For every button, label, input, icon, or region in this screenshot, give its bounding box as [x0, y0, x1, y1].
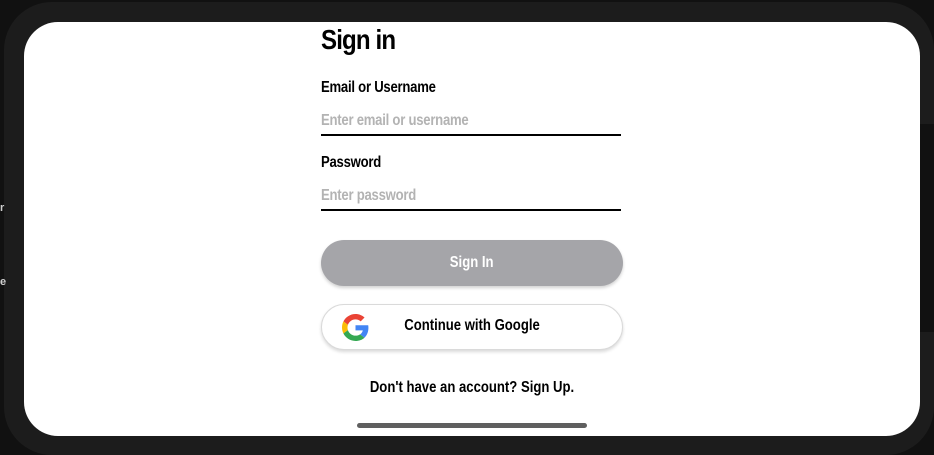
page-title: Sign in: [321, 24, 396, 55]
signup-prompt-text: Don't have an account?: [369, 379, 518, 396]
email-field[interactable]: [321, 108, 617, 134]
signup-prompt-row: Don't have an account? Sign Up.: [348, 379, 596, 397]
password-field[interactable]: [321, 183, 617, 209]
password-field-container: [321, 183, 621, 211]
app-screen: Sign in Email or Username Password Sign …: [24, 22, 920, 436]
home-indicator[interactable]: [357, 423, 587, 428]
signin-button-label: Sign In: [450, 254, 494, 271]
password-label: Password: [321, 154, 382, 171]
continue-with-google-label: Continue with Google: [404, 317, 540, 334]
email-label: Email or Username: [321, 79, 436, 96]
continue-with-google-button[interactable]: Continue with Google: [321, 304, 623, 350]
email-field-container: [321, 108, 621, 136]
signin-button[interactable]: Sign In: [321, 240, 623, 286]
signup-link[interactable]: Sign Up.: [521, 379, 574, 396]
background-text-fragment: e: [0, 276, 7, 288]
background-text-fragment: r: [0, 202, 5, 214]
